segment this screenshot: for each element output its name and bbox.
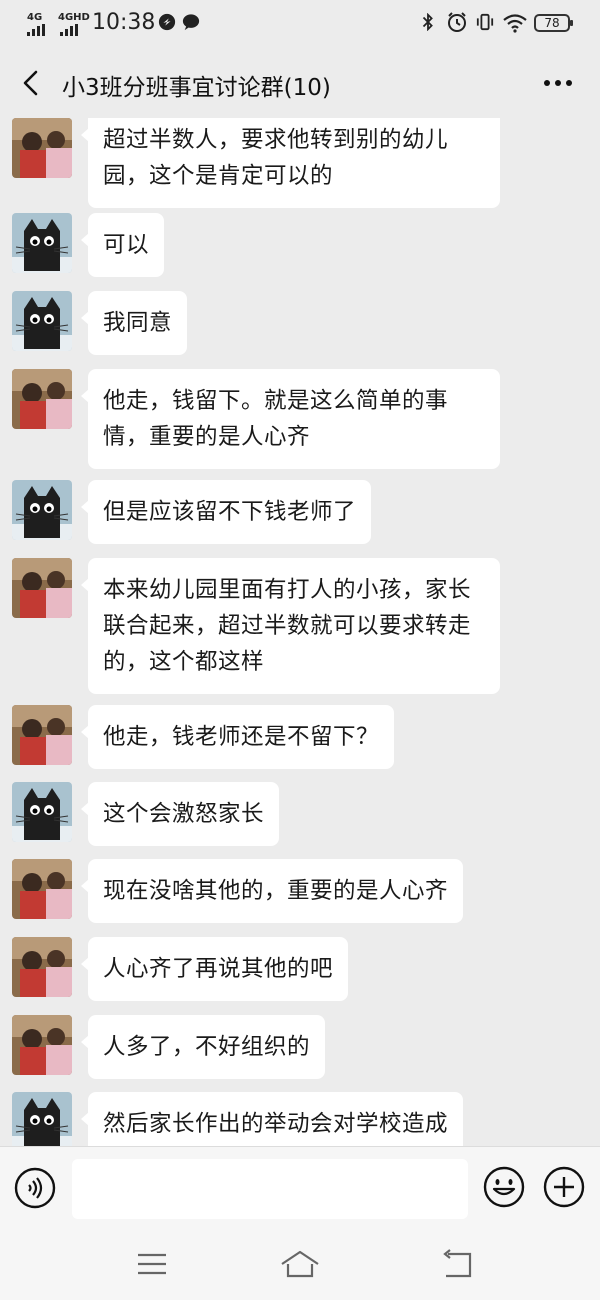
chat-header: 小3班分班事宜讨论群(10) [0,48,600,120]
message-bubble[interactable]: 可以 [80,213,165,277]
avatar-kids-photo[interactable] [12,118,72,178]
message-bubble[interactable]: 人多了，不好组织的 [80,1015,326,1079]
home-icon[interactable] [278,1246,322,1282]
wifi-icon [503,14,527,33]
signal-icon-2 [60,24,78,36]
message-bubble[interactable]: 本来幼儿园里面有打人的小孩，家长联合起来，超过半数就可以要求转走的，这个都这样 [81,558,500,694]
avatar-kids-photo[interactable] [12,369,72,429]
avatar-cat[interactable] [12,213,72,273]
input-bar [0,1146,600,1229]
avatar-kids-photo[interactable] [12,705,72,765]
avatar-kids-photo[interactable] [12,859,72,919]
message-list[interactable]: 超过半数人，要求他转到别的幼儿园，这个是肯定可以的 可以 我同意 他走，钱留下。… [0,118,600,1146]
avatar-cat[interactable] [12,480,72,540]
avatar-cat[interactable] [12,1092,72,1146]
back-arrow-icon[interactable] [16,68,46,98]
bluetooth-icon [422,13,433,31]
avatar-kids-photo[interactable] [12,1015,72,1075]
message-bubble[interactable]: 然后家长作出的举动会对学校造成 [80,1092,464,1146]
message-bubble[interactable]: 但是应该留不下钱老师了 [80,480,372,544]
avatar-cat[interactable] [12,782,72,842]
avatar-cat[interactable] [12,291,72,351]
message-bubble[interactable]: 人心齐了再说其他的吧 [80,937,349,1001]
more-dots-icon[interactable] [540,68,576,98]
message-notification-icon [182,14,200,31]
app-notification-icon [158,13,176,31]
status-bar: 4G 4GHD 10:38 78 [0,0,600,48]
message-bubble[interactable]: 我同意 [80,291,188,355]
message-bubble[interactable]: 这个会激怒家长 [80,782,280,846]
voice-icon[interactable] [14,1167,56,1209]
battery-indicator: 78 [534,14,573,32]
avatar-kids-photo[interactable] [12,558,72,618]
message-input[interactable] [72,1159,468,1219]
plus-icon[interactable] [542,1165,586,1209]
signal-icon-1 [27,24,45,36]
message-bubble[interactable]: 超过半数人，要求他转到别的幼儿园，这个是肯定可以的 [81,118,500,208]
vibrate-icon [476,13,494,31]
message-bubble[interactable]: 现在没啥其他的，重要的是人心齐 [80,859,464,923]
menu-icon[interactable] [130,1246,174,1282]
chat-title: 小3班分班事宜讨论群(10) [62,75,331,101]
return-icon[interactable] [436,1246,480,1282]
system-nav-bar [0,1228,600,1300]
network-type-1: 4G [27,12,43,23]
clock-time: 10:38 [92,10,156,35]
avatar-kids-photo[interactable] [12,937,72,997]
message-bubble[interactable]: 他走，钱留下。就是这么简单的事情，重要的是人心齐 [81,369,500,469]
message-bubble[interactable]: 他走，钱老师还是不留下？ [80,705,395,769]
emoji-icon[interactable] [482,1165,526,1209]
alarm-icon [448,12,466,32]
network-type-2: 4GHD [58,12,90,23]
